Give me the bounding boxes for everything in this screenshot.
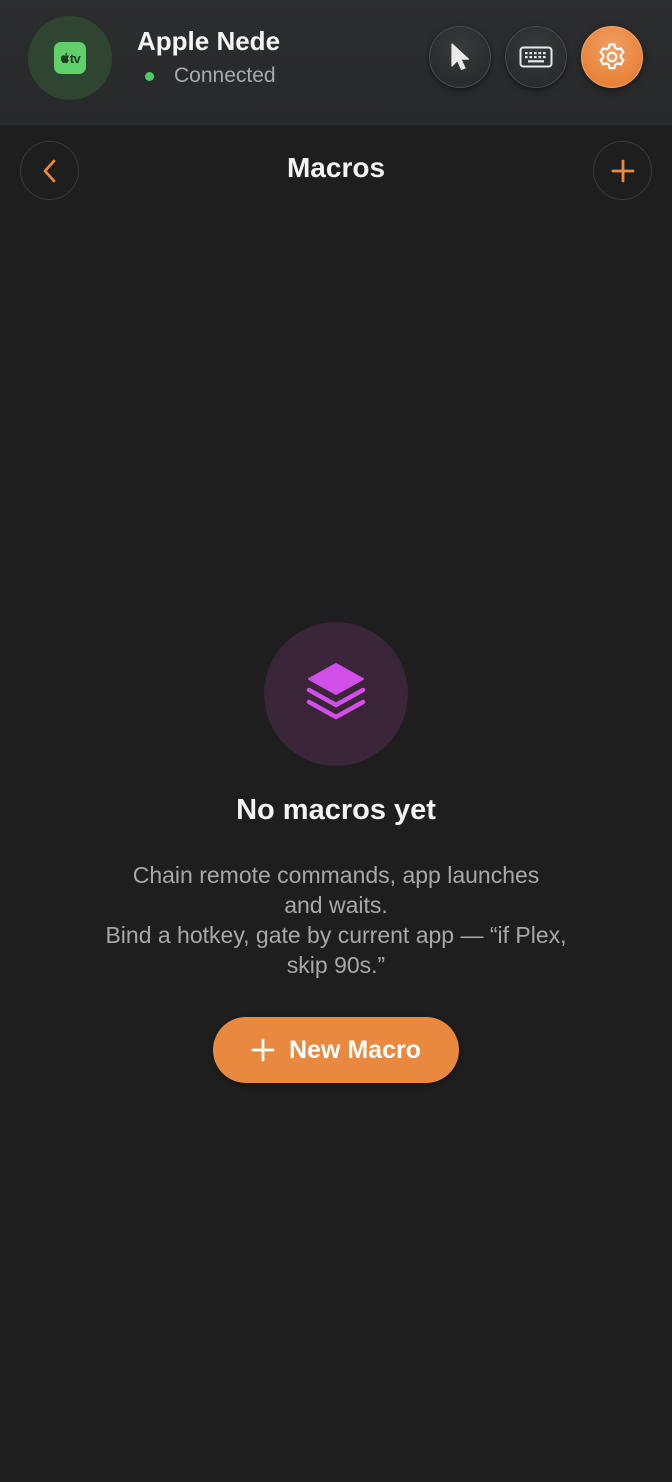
description-line: skip 90s.”: [286, 952, 386, 978]
settings-button[interactable]: [581, 26, 643, 88]
apple-logo-icon: [60, 52, 69, 64]
status-text: Connected: [174, 64, 276, 87]
new-macro-button[interactable]: New Macro: [213, 1017, 459, 1083]
description-line: and waits.: [284, 892, 388, 918]
layers-glyph: [306, 663, 366, 720]
cursor-arrow-icon: [451, 43, 470, 71]
empty-state-title: No macros yet: [236, 794, 436, 826]
apple-tv-tile: tv: [54, 42, 86, 74]
connection-status: Connected: [145, 64, 276, 88]
device-header: tv Apple Nede Connected: [0, 0, 672, 125]
description-line: Chain remote commands, app launches: [132, 862, 540, 888]
new-macro-label: New Macro: [289, 1035, 421, 1064]
stack-layers-icon: [264, 622, 408, 766]
keyboard-icon: [519, 46, 553, 68]
page-title: Macros: [286, 152, 386, 183]
apple-tv-icon: tv: [28, 16, 112, 100]
app-window: tv Apple Nede Connected Macros No macros…: [0, 0, 672, 1482]
description-line: Bind a hotkey, gate by current app — “if…: [105, 922, 567, 948]
plus-icon: [251, 1038, 275, 1062]
gear-icon: [599, 43, 625, 70]
empty-state-description: Chain remote commands, app launches and …: [66, 860, 606, 980]
keyboard-button[interactable]: [505, 26, 567, 88]
device-name: Apple Nede: [137, 26, 281, 56]
apple-tv-label: tv: [69, 50, 81, 66]
plus-icon: [611, 159, 634, 182]
pointer-button[interactable]: [429, 26, 491, 88]
status-dot-icon: [145, 71, 154, 81]
add-macro-button[interactable]: [593, 141, 652, 200]
